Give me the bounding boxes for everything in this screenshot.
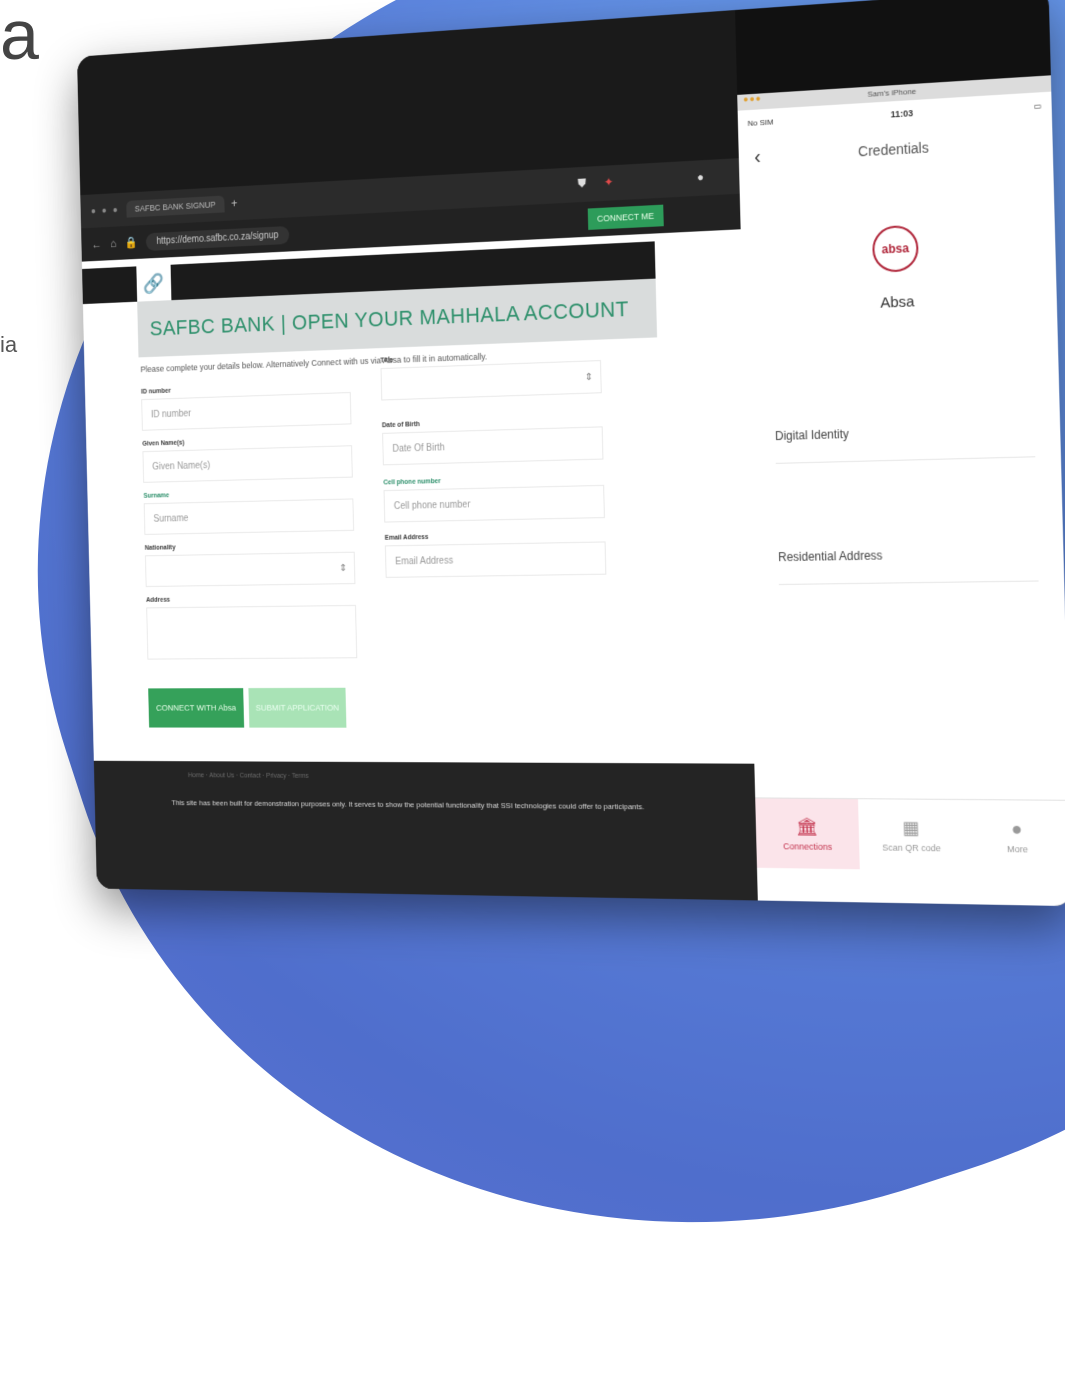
more-icon: ●	[1011, 818, 1023, 839]
connect-with-absa-button[interactable]: CONNECT WITH Absa	[148, 688, 245, 728]
submit-application-button[interactable]: SUBMIT APPLICATION	[248, 687, 347, 728]
title-select[interactable]	[380, 360, 602, 401]
phone-window: Sam's iPhone ●●● No SIM 11:03 ▭ ‹ Creden…	[737, 75, 1065, 907]
home-icon[interactable]: ⌂	[110, 237, 116, 250]
field-label: Address	[145, 596, 171, 604]
footer-disclaimer: This site has been built for demonstrati…	[171, 798, 645, 812]
link-icon: 🔗	[136, 264, 172, 302]
carrier-label: No SIM	[747, 116, 774, 128]
device-composite: ● ● ● SAFBC BANK SIGNUP + ⛊ ✦ ● ← ⌂ 🔒 ht…	[76, 0, 1065, 907]
back-chevron-icon[interactable]: ‹	[754, 146, 761, 169]
status-time: 11:03	[890, 108, 914, 120]
given-names-input[interactable]: Given Name(s)	[142, 445, 353, 483]
tab-scan-qr-code[interactable]: ▦ Scan QR code	[858, 799, 965, 871]
background-title-fragment: a	[0, 0, 39, 74]
tab-connections[interactable]: 🏛 Connections	[755, 798, 860, 870]
field-title: Title	[380, 349, 602, 401]
bank-icon: 🏛	[795, 816, 819, 837]
page-title: SAFBC BANK | OPEN YOUR MAHHALA ACCOUNT	[149, 296, 630, 341]
tab-label: Connections	[782, 840, 833, 852]
credential-item-digital-identity[interactable]: Digital Identity	[774, 400, 1036, 464]
credential-item-residential-address[interactable]: Residential Address	[777, 524, 1039, 586]
url-field[interactable]: https://demo.safbc.co.za/signup	[145, 225, 290, 251]
field-given-names: Given Name(s) Given Name(s)	[142, 435, 353, 483]
window-controls-icon[interactable]: ● ● ●	[91, 205, 120, 217]
field-address: Address	[145, 594, 358, 660]
field-nationality: Nationality	[145, 541, 356, 587]
id-number-input[interactable]: ID number	[141, 392, 352, 431]
tab-label: Scan QR code	[882, 842, 941, 853]
nav-title: Credentials	[857, 139, 929, 160]
lock-icon: 🔒	[124, 235, 138, 250]
field-label: Email Address	[384, 534, 429, 542]
date-of-birth-input[interactable]: Date Of Birth	[382, 426, 604, 466]
window-controls-icon[interactable]: ●●●	[743, 93, 762, 104]
field-label: Nationality	[144, 544, 176, 552]
address-textarea[interactable]	[146, 604, 358, 660]
back-arrow-icon[interactable]: ←	[91, 238, 101, 251]
field-cell-phone: Cell phone number Cell phone number	[383, 474, 605, 523]
field-label: Cell phone number	[383, 478, 441, 487]
qr-icon: ▦	[902, 817, 920, 838]
nationality-select[interactable]	[144, 551, 356, 587]
battery-icon: ▭	[1033, 100, 1042, 111]
background-text-fragment: ia	[0, 332, 18, 357]
tab-label: More	[1006, 843, 1029, 854]
profile-icon[interactable]: ●	[697, 170, 704, 184]
absa-logo: absa	[871, 224, 919, 273]
extension-icon[interactable]: ✦	[604, 175, 614, 189]
site-footer: Home · About Us · Contact · Privacy · Te…	[93, 760, 758, 901]
bottom-tab-bar: 🏛 Connections ▦ Scan QR code ● More	[755, 797, 1065, 873]
web-page: 🔗 SAFBC BANK | OPEN YOUR MAHHALA ACCOUNT…	[81, 229, 755, 764]
browser-tab[interactable]: SAFBC BANK SIGNUP	[125, 195, 225, 218]
cell-phone-input[interactable]: Cell phone number	[383, 484, 605, 523]
email-input[interactable]: Email Address	[384, 541, 607, 578]
surname-input[interactable]: Surname	[143, 498, 355, 535]
field-surname: Surname Surname	[143, 488, 355, 535]
field-date-of-birth: Date of Birth Date Of Birth	[382, 416, 604, 466]
browser-window: ● ● ● SAFBC BANK SIGNUP + ⛊ ✦ ● ← ⌂ 🔒 ht…	[76, 10, 758, 901]
field-label: Surname	[143, 492, 170, 500]
tab-more[interactable]: ● More	[963, 800, 1065, 872]
organization-name: Absa	[880, 293, 915, 312]
connect-me-button[interactable]: CONNECT ME	[587, 204, 664, 230]
new-tab-button[interactable]: +	[231, 197, 237, 210]
footer-links[interactable]: Home · About Us · Contact · Privacy · Te…	[188, 772, 309, 779]
field-id-number: ID number ID number	[141, 382, 352, 431]
field-email: Email Address Email Address	[385, 531, 607, 578]
shield-icon[interactable]: ⛊	[578, 176, 587, 191]
